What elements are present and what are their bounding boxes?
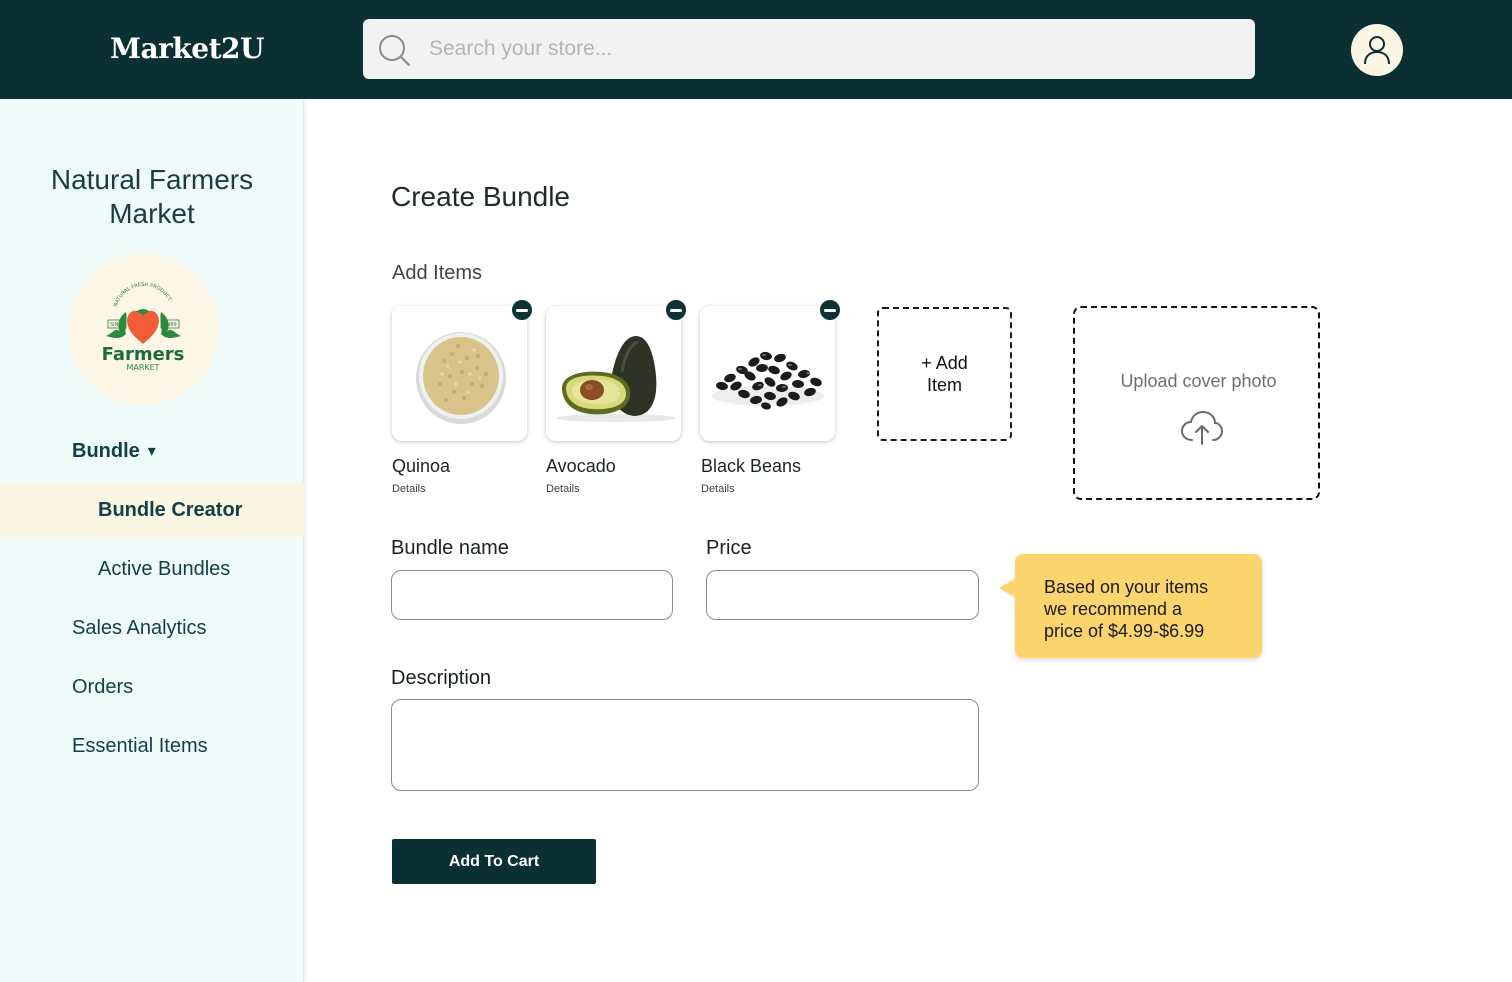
tooltip-line3: price of $4.99-$6.99 bbox=[1044, 621, 1205, 641]
item-card-avocado[interactable] bbox=[546, 298, 688, 441]
store-logo: NATURAL FRESH PRODUCT SINCE 1989 Farmers… bbox=[68, 254, 219, 405]
add-items-label: Add Items bbox=[392, 262, 483, 284]
search-input[interactable] bbox=[429, 29, 1229, 69]
account-avatar-button[interactable] bbox=[1351, 24, 1403, 76]
svg-text:MARKET: MARKET bbox=[126, 363, 159, 372]
search-icon bbox=[379, 35, 410, 66]
cloud-upload-icon bbox=[1180, 410, 1224, 445]
item-name-avocado: Avocado bbox=[546, 456, 616, 476]
nav-bundle[interactable]: Bundle ▾ bbox=[0, 424, 304, 478]
description-textarea[interactable] bbox=[391, 699, 979, 791]
quinoa-image bbox=[392, 306, 527, 441]
nav-sales-analytics[interactable]: Sales Analytics bbox=[0, 601, 304, 655]
svg-text:NATURAL FRESH PRODUCT: NATURAL FRESH PRODUCT bbox=[113, 282, 173, 308]
remove-avocado-button[interactable] bbox=[664, 298, 688, 322]
avocado-image bbox=[546, 306, 681, 441]
store-name-line1: Natural Farmers bbox=[50, 164, 254, 195]
tooltip-line2: we recommend a bbox=[1044, 599, 1183, 619]
store-name-line2: Market bbox=[109, 198, 195, 229]
add-item-label-line1: + Add bbox=[921, 353, 968, 373]
bundle-name-label: Bundle name bbox=[391, 537, 509, 559]
description-label: Description bbox=[391, 667, 492, 689]
upload-cover-photo-label: Upload cover photo bbox=[1120, 371, 1277, 391]
item-details-black-beans[interactable]: Details bbox=[701, 483, 735, 495]
item-name-quinoa: Quinoa bbox=[392, 456, 451, 476]
nav-essential-items-label: Essential Items bbox=[72, 734, 208, 757]
price-input[interactable] bbox=[706, 570, 979, 620]
nav-bundle-creator-label: Bundle Creator bbox=[98, 498, 243, 521]
item-details-avocado[interactable]: Details bbox=[546, 483, 580, 495]
top-bar: Market2U bbox=[0, 0, 1512, 99]
add-item-button[interactable]: + Add Item bbox=[877, 307, 1012, 441]
user-icon bbox=[1364, 36, 1390, 65]
bundle-name-input[interactable] bbox=[391, 570, 673, 620]
remove-black-beans-button[interactable] bbox=[818, 298, 842, 322]
nav-orders[interactable]: Orders bbox=[0, 660, 304, 714]
remove-quinoa-button[interactable] bbox=[510, 298, 534, 322]
upload-cover-photo[interactable]: Upload cover photo bbox=[1073, 306, 1320, 500]
nav-bundle-creator[interactable]: Bundle Creator bbox=[0, 483, 304, 537]
add-item-label-line2: Item bbox=[926, 375, 962, 395]
nav-sales-analytics-label: Sales Analytics bbox=[72, 616, 207, 639]
item-details-quinoa[interactable]: Details bbox=[392, 483, 426, 495]
black-beans-image bbox=[700, 306, 835, 441]
caret-down-icon: ▾ bbox=[147, 443, 156, 460]
nav-active-bundles-label: Active Bundles bbox=[98, 557, 231, 580]
store-name: Natural Farmers Market bbox=[0, 163, 304, 231]
minus-icon bbox=[670, 308, 682, 312]
nav-active-bundles[interactable]: Active Bundles bbox=[0, 542, 304, 596]
minus-icon bbox=[516, 308, 528, 312]
price-label: Price bbox=[706, 537, 752, 559]
page-title: Create Bundle bbox=[391, 181, 571, 212]
svg-text:Farmers: Farmers bbox=[102, 344, 185, 365]
nav-orders-label: Orders bbox=[72, 675, 134, 698]
farmers-market-logo-icon: NATURAL FRESH PRODUCT SINCE 1989 Farmers… bbox=[102, 282, 185, 372]
minus-icon bbox=[824, 308, 836, 312]
search-bar[interactable] bbox=[363, 19, 1255, 79]
price-recommendation-tooltip: Based on your items we recommend a price… bbox=[999, 554, 1262, 658]
item-card-quinoa[interactable] bbox=[392, 298, 534, 441]
item-name-black-beans: Black Beans bbox=[701, 456, 802, 476]
nav-essential-items[interactable]: Essential Items bbox=[0, 719, 304, 773]
add-to-cart-button[interactable]: Add To Cart bbox=[392, 839, 596, 884]
nav-bundle-label: Bundle bbox=[72, 439, 140, 462]
brand-logo[interactable]: Market2U bbox=[110, 32, 264, 65]
item-card-black-beans[interactable] bbox=[700, 298, 842, 441]
sidebar: Natural Farmers Market NATURAL FRESH PRO… bbox=[0, 99, 304, 982]
tooltip-line1: Based on your items bbox=[1044, 577, 1209, 597]
